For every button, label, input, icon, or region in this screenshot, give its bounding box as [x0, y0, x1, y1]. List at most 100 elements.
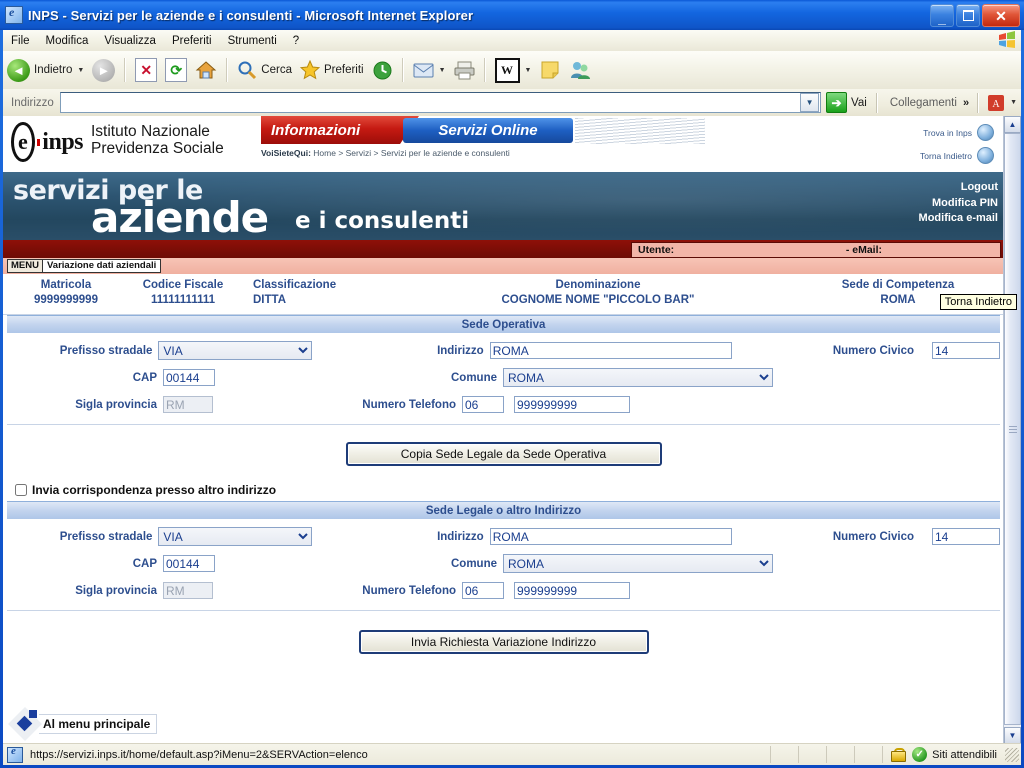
banner-link-modifica-email[interactable]: Modifica e-mail — [919, 211, 998, 227]
input-indirizzo-leg[interactable] — [489, 528, 733, 545]
page-scrollbar[interactable]: ▲ ▼ — [1003, 116, 1021, 744]
menu-item-preferiti[interactable]: Preferiti — [164, 33, 220, 49]
history-button[interactable] — [368, 55, 397, 85]
scroll-down-button[interactable]: ▼ — [1004, 727, 1021, 744]
section-header-sede-operativa: Sede Operativa — [7, 315, 1000, 333]
tooltip-torna-indietro: Torna Indietro — [939, 294, 1017, 310]
header-link-torna-label: Torna Indietro — [920, 150, 972, 161]
favorites-button[interactable]: Preferiti — [296, 55, 368, 85]
links-chevron-icon[interactable]: » — [963, 97, 969, 109]
refresh-icon: ⟳ — [165, 58, 188, 82]
messenger-button[interactable] — [565, 55, 595, 85]
scroll-thumb[interactable] — [1004, 133, 1021, 725]
address-input[interactable]: ▼ — [59, 92, 822, 113]
menu-item-strumenti[interactable]: Strumenti — [220, 33, 285, 49]
back-dropdown-icon[interactable]: ▼ — [77, 67, 84, 74]
menu-item-visualizza[interactable]: Visualizza — [96, 33, 164, 49]
input-indirizzo-op[interactable] — [489, 342, 733, 359]
browser-viewport: e inps Istituto Nazionale Previdenza Soc… — [3, 116, 1021, 744]
current-page-label: Variazione dati aziendali — [42, 259, 162, 273]
search-button[interactable]: Cerca — [233, 55, 296, 85]
word-edit-button[interactable]: W ▼ — [491, 55, 536, 85]
stop-button[interactable]: ✕ — [131, 55, 161, 85]
banner-link-modifica-pin[interactable]: Modifica PIN — [919, 196, 998, 212]
label-indirizzo-op: Indirizzo — [437, 344, 484, 357]
footer-main-menu-label: Al menu principale — [39, 714, 158, 734]
refresh-button[interactable]: ⟳ — [161, 55, 191, 85]
mail-dropdown-icon[interactable]: ▼ — [439, 67, 446, 74]
menu-strip: MENU Variazione dati aziendali — [3, 258, 1004, 274]
company-col-sede-competenza-header: Sede di Competenza — [841, 279, 955, 291]
go-arrow-icon: ➔ — [826, 92, 848, 113]
print-button[interactable] — [450, 55, 479, 85]
header-link-torna[interactable]: Torna Indietro — [920, 147, 994, 164]
input-numero-civico-leg[interactable] — [932, 528, 1000, 545]
site-header: e inps Istituto Nazionale Previdenza Soc… — [3, 116, 1004, 173]
links-label: Collegamenti — [889, 96, 957, 109]
home-icon — [195, 61, 217, 79]
header-link-trova[interactable]: Trova in Inps — [923, 124, 994, 141]
tab-servizi-online[interactable]: Servizi Online — [403, 118, 573, 143]
breadcrumb-prefix: VoiSieteQui: — [261, 148, 311, 158]
menu-item-file[interactable]: File — [3, 33, 38, 49]
banner-link-logout[interactable]: Logout — [919, 180, 998, 196]
pdf-dropdown-icon[interactable]: ▼ — [1010, 99, 1017, 106]
search-button-label: Cerca — [261, 64, 292, 76]
form-row-3: Sigla provincia Numero Telefono — [7, 391, 1000, 418]
input-telefono-op[interactable] — [514, 396, 630, 413]
input-prefisso-telefono-leg[interactable] — [462, 582, 504, 599]
input-cap-op[interactable] — [163, 369, 215, 386]
submit-request-button[interactable]: Invia Richiesta Variazione Indirizzo — [358, 630, 649, 654]
go-button[interactable]: ➔ Vai — [821, 92, 872, 113]
address-dropdown-icon[interactable]: ▼ — [800, 93, 820, 112]
banner-line-2: aziende — [91, 193, 269, 240]
maximize-button[interactable] — [956, 4, 980, 27]
institute-name: Istituto Nazionale Previdenza Sociale — [91, 123, 224, 157]
label-numero-telefono-op: Numero Telefono — [362, 398, 456, 411]
toolbar-separator-2 — [226, 58, 229, 82]
status-security-zone[interactable]: ✓ Siti attendibili — [882, 746, 1005, 763]
input-cap-leg[interactable] — [163, 555, 215, 572]
back-button[interactable]: ◄ Indietro ▼ — [3, 55, 88, 85]
tab-informazioni[interactable]: Informazioni — [261, 116, 419, 144]
links-button[interactable]: Collegamenti » — [882, 88, 973, 118]
user-info-box: Utente: - eMail: — [631, 242, 1001, 258]
select-prefisso-stradale-op[interactable]: VIA — [158, 341, 312, 360]
submit-button-row: Invia Richiesta Variazione Indirizzo — [3, 611, 1004, 654]
status-url: https://servizi.inps.it/home/default.asp… — [30, 748, 368, 761]
notes-button[interactable] — [535, 55, 565, 85]
stop-icon: ✕ — [135, 58, 158, 82]
breadcrumb-path[interactable]: Home > Servizi > Servizi per le aziende … — [313, 148, 510, 158]
input-prefisso-telefono-op[interactable] — [462, 396, 504, 413]
select-prefisso-stradale-leg[interactable]: VIA — [158, 527, 312, 546]
browser-window: INPS - Servizi per le aziende e i consul… — [0, 0, 1024, 768]
footer-main-menu-link[interactable]: Al menu principale — [8, 707, 158, 741]
copy-sede-legale-button[interactable]: Copia Sede Legale da Sede Operativa — [345, 442, 662, 466]
menu-item-modifica[interactable]: Modifica — [38, 33, 97, 49]
menu-item-help[interactable]: ? — [285, 33, 307, 49]
forward-arrow-icon: ► — [92, 58, 116, 82]
window-title: INPS - Servizi per le aziende e i consul… — [28, 7, 474, 23]
menu-tag[interactable]: MENU — [7, 259, 43, 273]
close-button[interactable]: ✕ — [982, 4, 1020, 27]
label-numero-telefono-leg: Numero Telefono — [362, 584, 456, 597]
favorites-button-label: Preferiti — [323, 64, 364, 76]
word-dropdown-icon[interactable]: ▼ — [525, 67, 532, 74]
home-button[interactable] — [191, 55, 221, 85]
pdf-toolbar-button[interactable]: A ▼ — [983, 88, 1021, 118]
resize-grip[interactable] — [1005, 747, 1019, 762]
restore-icon — [962, 10, 974, 21]
input-telefono-leg[interactable] — [514, 582, 630, 599]
alternate-address-checkbox-label[interactable]: Invia corrispondenza presso altro indiri… — [32, 483, 276, 497]
minimize-button[interactable]: _ — [930, 4, 954, 27]
select-comune-leg[interactable]: ROMA — [503, 554, 773, 573]
forward-button[interactable]: ► — [88, 55, 119, 85]
mail-button[interactable]: ▼ — [409, 55, 450, 85]
institute-line-2: Previdenza Sociale — [91, 140, 224, 157]
alternate-address-checkbox[interactable] — [15, 484, 27, 496]
toolbar-separator-3 — [401, 58, 404, 82]
inps-logo[interactable]: e inps — [11, 122, 83, 162]
input-numero-civico-op[interactable] — [932, 342, 1000, 359]
scroll-up-button[interactable]: ▲ — [1004, 116, 1021, 133]
select-comune-op[interactable]: ROMA — [503, 368, 773, 387]
